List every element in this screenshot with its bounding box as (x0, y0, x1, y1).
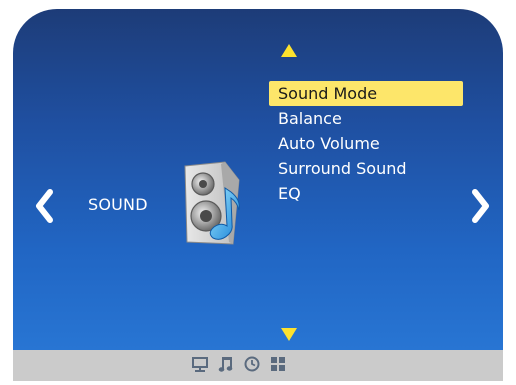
clock-icon[interactable] (243, 355, 261, 373)
speaker-music-note-icon (184, 161, 240, 245)
settings-osd-panel: SOUND Sound Mode Balance Auto Volume Sur… (13, 9, 503, 381)
grid-icon[interactable] (269, 355, 287, 373)
music-note-icon[interactable] (217, 355, 235, 373)
chevron-left-icon[interactable] (33, 187, 55, 225)
scroll-down-icon[interactable] (281, 328, 297, 341)
menu-item-surround-sound[interactable]: Surround Sound (269, 156, 463, 181)
bottom-tab-bar (13, 350, 503, 381)
monitor-icon[interactable] (191, 355, 209, 373)
chevron-right-icon[interactable] (470, 187, 492, 225)
menu-item-sound-mode[interactable]: Sound Mode (269, 81, 463, 106)
scroll-up-icon[interactable] (281, 44, 297, 57)
section-label: SOUND (88, 195, 148, 214)
menu-item-auto-volume[interactable]: Auto Volume (269, 131, 463, 156)
menu-item-eq[interactable]: EQ (269, 181, 463, 206)
sound-menu-list: Sound Mode Balance Auto Volume Surround … (269, 81, 463, 206)
menu-item-balance[interactable]: Balance (269, 106, 463, 131)
